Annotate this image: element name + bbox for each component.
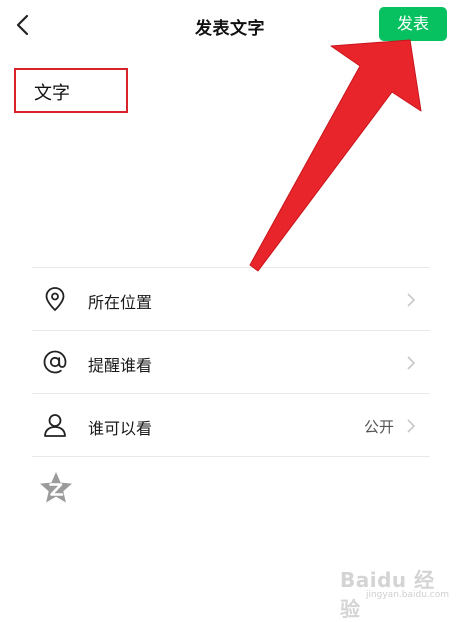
publish-button[interactable]: 发表 bbox=[379, 7, 447, 41]
menu-item-visibility[interactable]: 谁可以看 公开 bbox=[32, 394, 430, 456]
menu-item-location[interactable]: 所在位置 bbox=[32, 268, 430, 330]
menu-item-mention[interactable]: 提醒谁看 bbox=[32, 331, 430, 393]
post-text-input[interactable]: 文字 bbox=[14, 68, 128, 113]
post-options-list: 所在位置 提醒谁看 谁可以看 公开 bbox=[32, 267, 430, 457]
menu-item-label: 所在位置 bbox=[88, 293, 153, 312]
top-bar: 发表文字 发表 bbox=[0, 0, 460, 50]
divider bbox=[32, 456, 430, 457]
star-badge-icon[interactable] bbox=[39, 471, 73, 505]
chevron-right-icon bbox=[407, 419, 416, 433]
person-icon bbox=[44, 414, 66, 437]
menu-item-value: 公开 bbox=[363, 418, 394, 436]
watermark-sub: jingyan.baidu.com bbox=[365, 590, 449, 600]
chevron-right-icon bbox=[407, 293, 416, 307]
location-pin-icon bbox=[45, 287, 65, 312]
chevron-right-icon bbox=[407, 356, 416, 370]
menu-item-label: 谁可以看 bbox=[88, 419, 153, 438]
watermark: Baidu 经验 jingyan.baidu.com bbox=[340, 562, 455, 621]
at-sign-icon bbox=[43, 350, 67, 374]
menu-item-label: 提醒谁看 bbox=[88, 356, 153, 375]
